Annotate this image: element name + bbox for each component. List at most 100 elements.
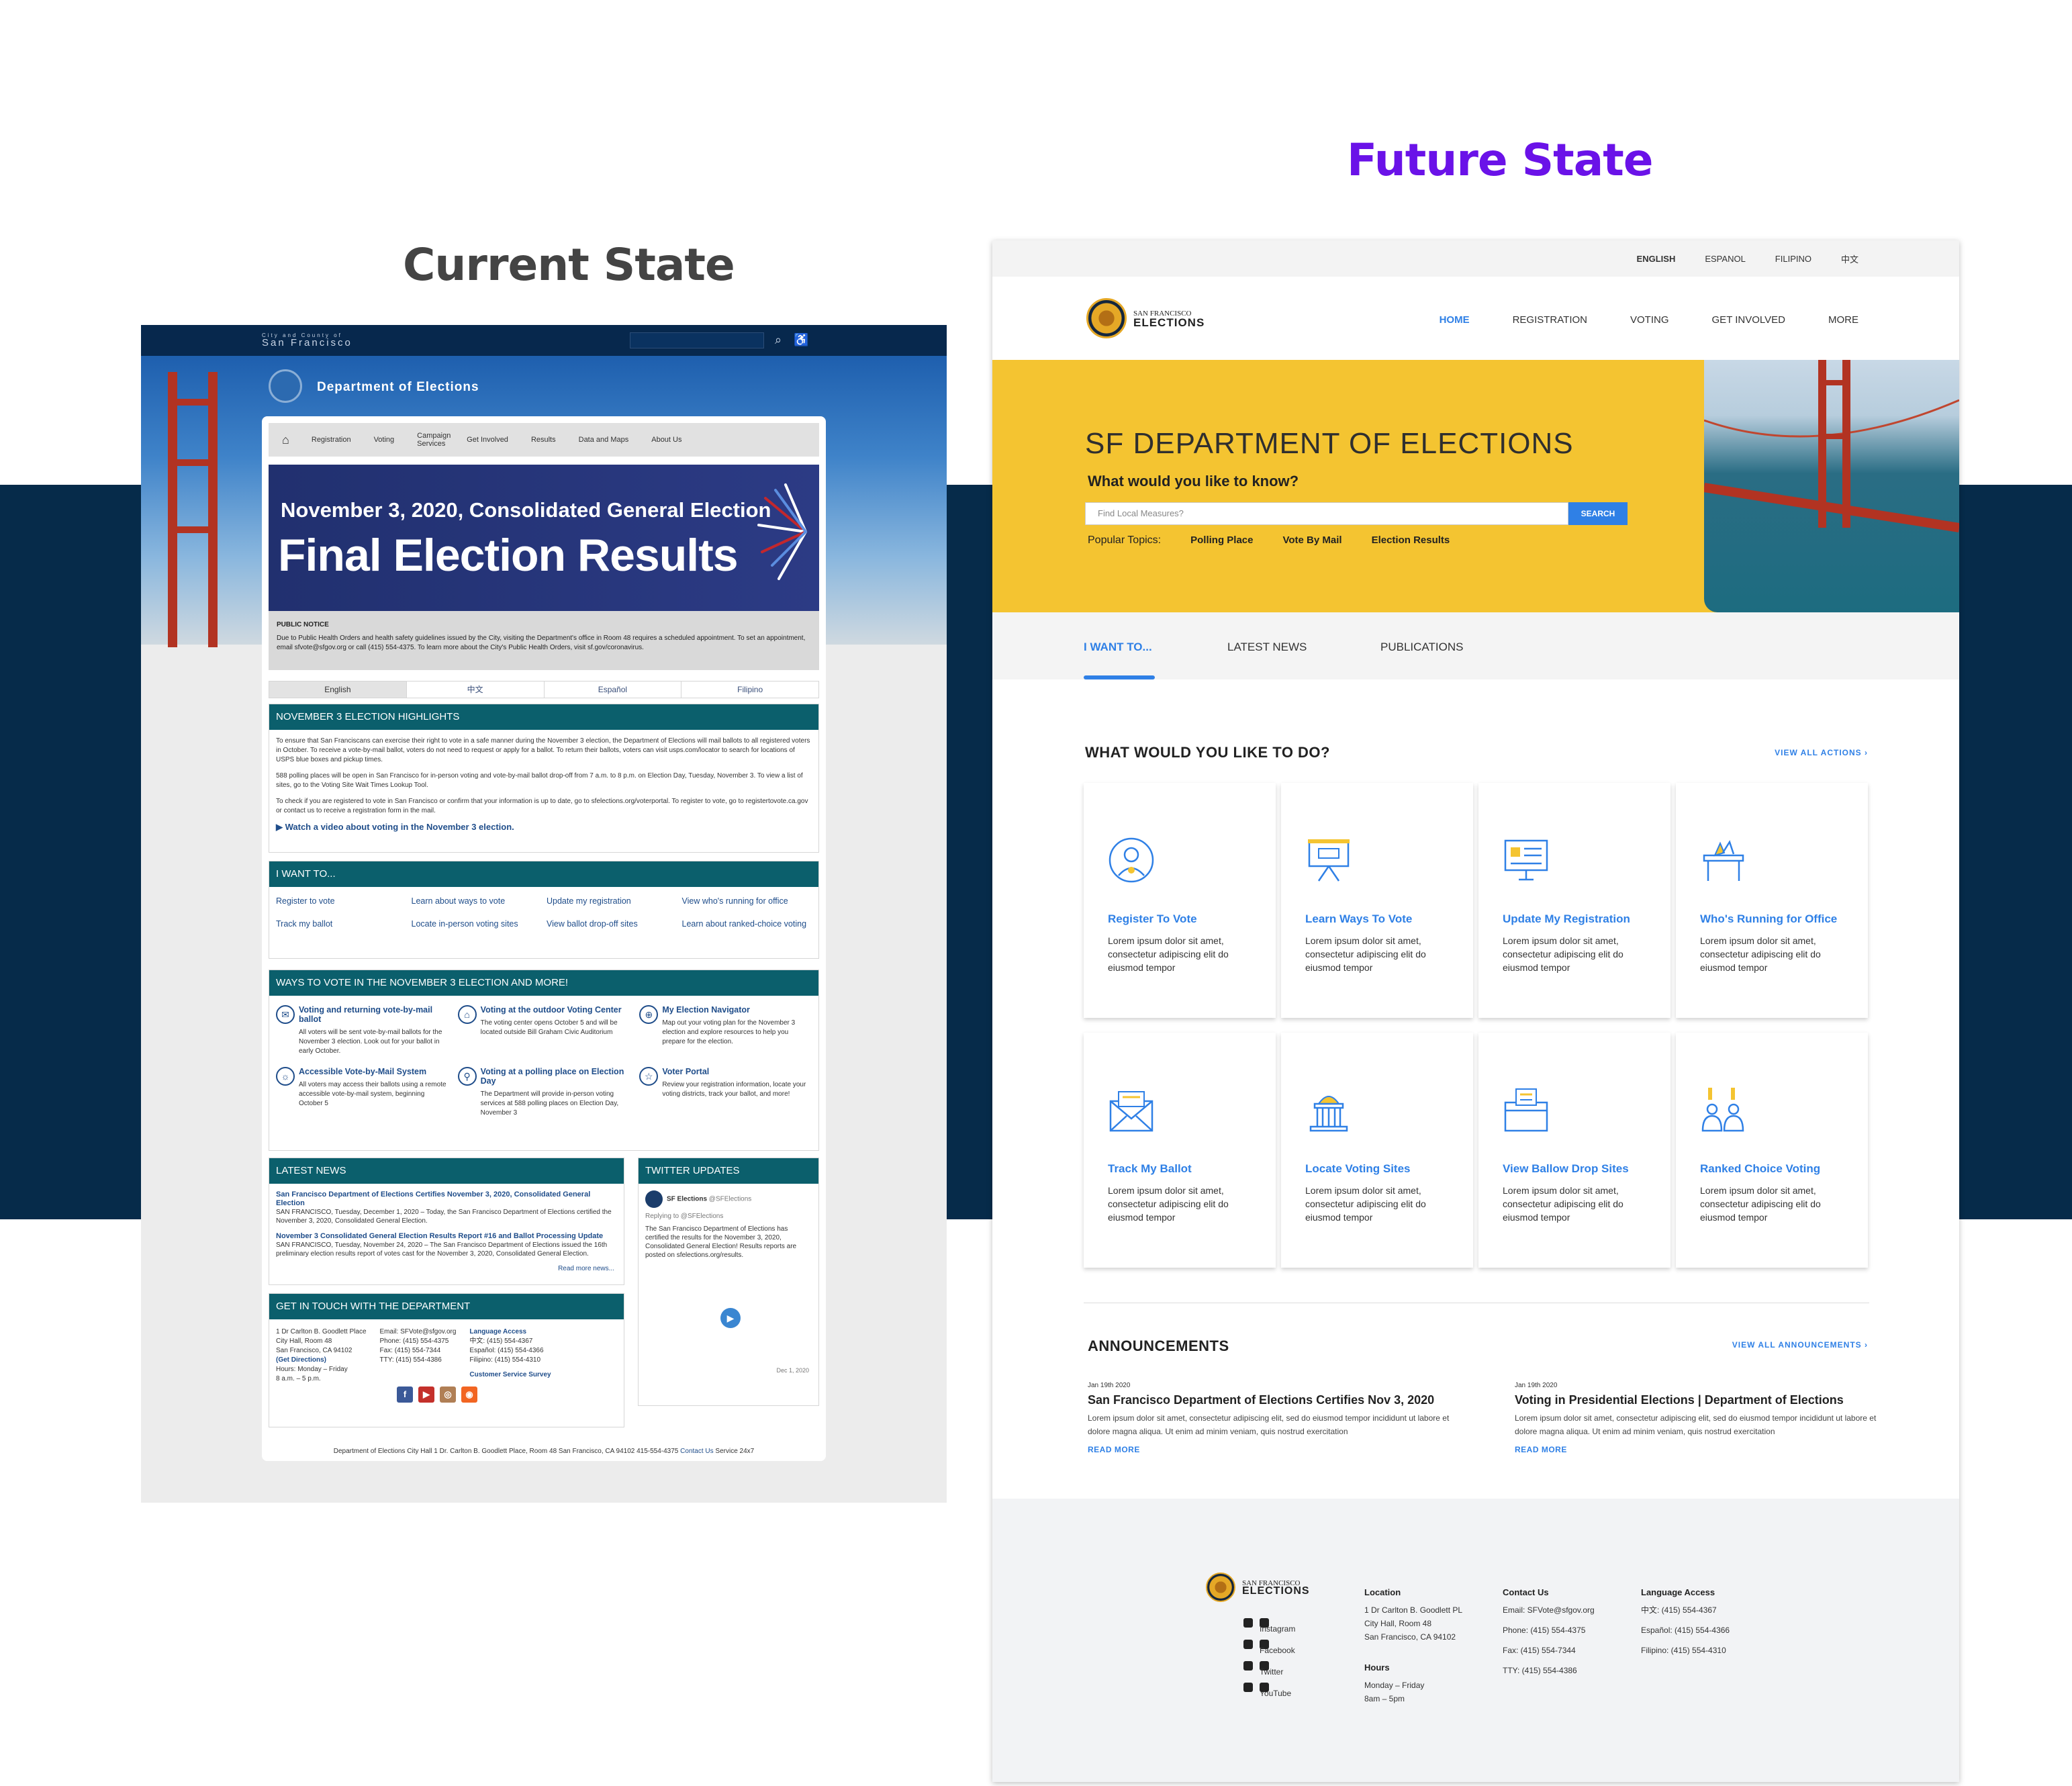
search-button[interactable]: SEARCH: [1568, 502, 1628, 525]
link-track-ballot[interactable]: Track my ballot: [276, 919, 406, 929]
lang-tab-filipino[interactable]: Filipino: [681, 682, 818, 698]
link-ranked-choice[interactable]: Learn about ranked-choice voting: [682, 919, 812, 929]
accessibility-icon[interactable]: ♿: [794, 333, 808, 348]
read-more-link[interactable]: READ MORE: [1515, 1445, 1891, 1454]
instagram-link[interactable]: Instagram: [1243, 1611, 1310, 1634]
nav-campaign-services[interactable]: Campaign Services: [406, 432, 455, 448]
action-card-track-ballot[interactable]: Track My Ballot Lorem ipsum dolor sit ame…: [1084, 1033, 1276, 1268]
search-input[interactable]: Find Local Measures?: [1085, 502, 1568, 525]
news-item[interactable]: November 3 Consolidated General Election…: [269, 1225, 624, 1258]
search-input[interactable]: [630, 332, 764, 348]
tab-publications[interactable]: PUBLICATIONS: [1380, 641, 1463, 654]
topic-vote-by-mail[interactable]: Vote By Mail: [1282, 534, 1341, 547]
department-seal: [269, 369, 302, 403]
election-highlights: NOVEMBER 3 ELECTION HIGHLIGHTS To ensure…: [269, 704, 819, 853]
footer-brand: SAN FRANCISCO ELECTIONS Instagram Faceboo…: [1206, 1572, 1310, 1698]
action-card-update-registration[interactable]: Update My Registration Lorem ipsum dolor …: [1478, 783, 1670, 1018]
link-ways-to-vote[interactable]: Learn about ways to vote: [412, 896, 542, 906]
nav-get-involved[interactable]: Get Involved: [455, 436, 520, 444]
facebook-link[interactable]: Facebook: [1243, 1633, 1310, 1655]
language-tabs: English 中文 Español Filipino: [269, 681, 819, 698]
action-card-locate-sites[interactable]: Locate Voting Sites Lorem ipsum dolor sit…: [1281, 1033, 1473, 1268]
compass-icon: ⊕: [639, 1005, 659, 1024]
fireworks-icon: [757, 483, 807, 580]
department-title[interactable]: Department of Elections: [317, 380, 479, 395]
public-notice: PUBLIC NOTICE Due to Public Health Order…: [269, 611, 819, 670]
read-more-news-link[interactable]: Read more news...: [269, 1258, 624, 1279]
content-tabs: I WANT TO... LATEST NEWS PUBLICATIONS: [992, 612, 1959, 679]
news-item[interactable]: San Francisco Department of Elections Ce…: [269, 1184, 624, 1225]
lang-filipino[interactable]: FILIPINO: [1775, 254, 1811, 264]
nav-registration[interactable]: Registration: [300, 436, 363, 444]
video-link[interactable]: ▶ Watch a video about voting in the Nove…: [269, 822, 818, 832]
lang-tab-chinese[interactable]: 中文: [406, 682, 544, 698]
link-update-registration[interactable]: Update my registration: [547, 896, 677, 906]
tweet-video-thumbnail[interactable]: ▶: [647, 1273, 810, 1360]
way-item[interactable]: ⚲ Voting at a polling place on Election D…: [457, 1067, 630, 1118]
link-whos-running[interactable]: View who's running for office: [682, 896, 812, 906]
person-check-icon: [1109, 837, 1154, 883]
tab-latest-news[interactable]: LATEST NEWS: [1227, 641, 1307, 654]
rss-icon[interactable]: ◉: [461, 1386, 477, 1403]
survey-link[interactable]: Customer Service Survey: [469, 1370, 551, 1380]
action-card-register[interactable]: Register To Vote Lorem ipsum dolor sit am…: [1084, 783, 1276, 1018]
seal-icon: [1206, 1572, 1235, 1602]
facebook-icon[interactable]: f: [397, 1386, 413, 1403]
topic-polling-place[interactable]: Polling Place: [1190, 534, 1253, 547]
nav-voting[interactable]: Voting: [363, 436, 406, 444]
results-banner[interactable]: November 3, 2020, Consolidated General E…: [269, 465, 819, 611]
way-item[interactable]: ☆ Voter Portal Review your registration in…: [639, 1067, 812, 1118]
read-more-link[interactable]: READ MORE: [1088, 1445, 1464, 1454]
nav-results[interactable]: Results: [520, 436, 567, 444]
content-card: ⌂ Registration Voting Campaign Services …: [262, 416, 826, 1461]
way-item[interactable]: ⌂ Voting at the outdoor Voting Center The …: [457, 1005, 630, 1056]
sf-elections-logo[interactable]: SAN FRANCISCO ELECTIONS: [1086, 298, 1205, 338]
lang-tab-spanish[interactable]: Español: [543, 682, 681, 698]
nav-get-involved[interactable]: GET INVOLVED: [1712, 314, 1785, 326]
contact-section: GET IN TOUCH WITH THE DEPARTMENT 1 Dr Ca…: [269, 1293, 624, 1427]
action-card-drop-sites[interactable]: View Ballow Drop Sites Lorem ipsum dolor …: [1478, 1033, 1670, 1268]
way-item[interactable]: ☼ Accessible Vote-by-Mail System All voter…: [276, 1067, 449, 1118]
link-drop-off-sites[interactable]: View ballot drop-off sites: [547, 919, 677, 929]
action-card-whos-running[interactable]: Who's Running for Office Lorem ipsum dolo…: [1676, 783, 1868, 1018]
hero-question: What would you like to know?: [1088, 473, 1299, 489]
lang-espanol[interactable]: ESPANOL: [1705, 254, 1745, 264]
topic-election-results[interactable]: Election Results: [1372, 534, 1450, 547]
nav-voting[interactable]: VOTING: [1630, 314, 1669, 326]
tab-i-want-to[interactable]: I WANT TO...: [1084, 641, 1152, 654]
youtube-icon[interactable]: ▶: [418, 1386, 434, 1403]
lang-english[interactable]: ENGLISH: [1637, 254, 1676, 264]
current-state-title: Current State: [403, 239, 735, 291]
lang-tab-english[interactable]: English: [269, 682, 406, 698]
view-all-actions-link[interactable]: VIEW ALL ACTIONS ›: [1775, 748, 1868, 757]
view-all-announcements-link[interactable]: VIEW ALL ANNOUNCEMENTS ›: [1732, 1340, 1868, 1350]
city-logo[interactable]: City and County of San Francisco: [262, 332, 352, 348]
future-state-mockup: ENGLISH ESPANOL FILIPINO 中文 SAN FRANCISC…: [992, 240, 1959, 1782]
nav-data-and-maps[interactable]: Data and Maps: [567, 436, 641, 444]
instagram-icon[interactable]: ◎: [440, 1386, 456, 1403]
social-links: f ▶ ◎ ◉: [397, 1386, 477, 1403]
future-state-title: Future State: [1347, 134, 1654, 186]
footer-location: Location 1 Dr Carlton B. Goodlett PL City…: [1364, 1587, 1463, 1703]
home-icon[interactable]: ⌂: [269, 434, 300, 446]
way-item[interactable]: ✉ Voting and returning vote-by-mail ballo…: [276, 1005, 449, 1056]
search-icon[interactable]: ⌕: [775, 333, 788, 348]
tweet[interactable]: SF Elections @SFElections Replying to @S…: [639, 1184, 818, 1266]
action-card-ways-to-vote[interactable]: Learn Ways To Vote Lorem ipsum dolor sit …: [1281, 783, 1473, 1018]
play-icon[interactable]: ▶: [720, 1308, 741, 1328]
way-item[interactable]: ⊕ My Election Navigator Map out your votin…: [639, 1005, 812, 1056]
monitor-form-icon: [1504, 839, 1548, 881]
nav-registration[interactable]: REGISTRATION: [1513, 314, 1587, 326]
get-directions-link[interactable]: (Get Directions): [276, 1356, 367, 1365]
youtube-link[interactable]: YouTube: [1243, 1676, 1310, 1698]
link-locate-sites[interactable]: Locate in-person voting sites: [412, 919, 542, 929]
nav-home[interactable]: HOME: [1440, 314, 1470, 326]
link-register[interactable]: Register to vote: [276, 896, 406, 906]
action-card-ranked-choice[interactable]: Ranked Choice Voting Lorem ipsum dolor si…: [1676, 1033, 1868, 1268]
contact-us-link[interactable]: Contact Us: [680, 1448, 713, 1455]
twitter-link[interactable]: Twitter: [1243, 1654, 1310, 1677]
nav-about-us[interactable]: About Us: [640, 436, 693, 444]
lang-chinese[interactable]: 中文: [1841, 252, 1858, 265]
magnifier-icon: ⚲: [457, 1067, 477, 1086]
nav-more[interactable]: MORE: [1828, 314, 1858, 326]
